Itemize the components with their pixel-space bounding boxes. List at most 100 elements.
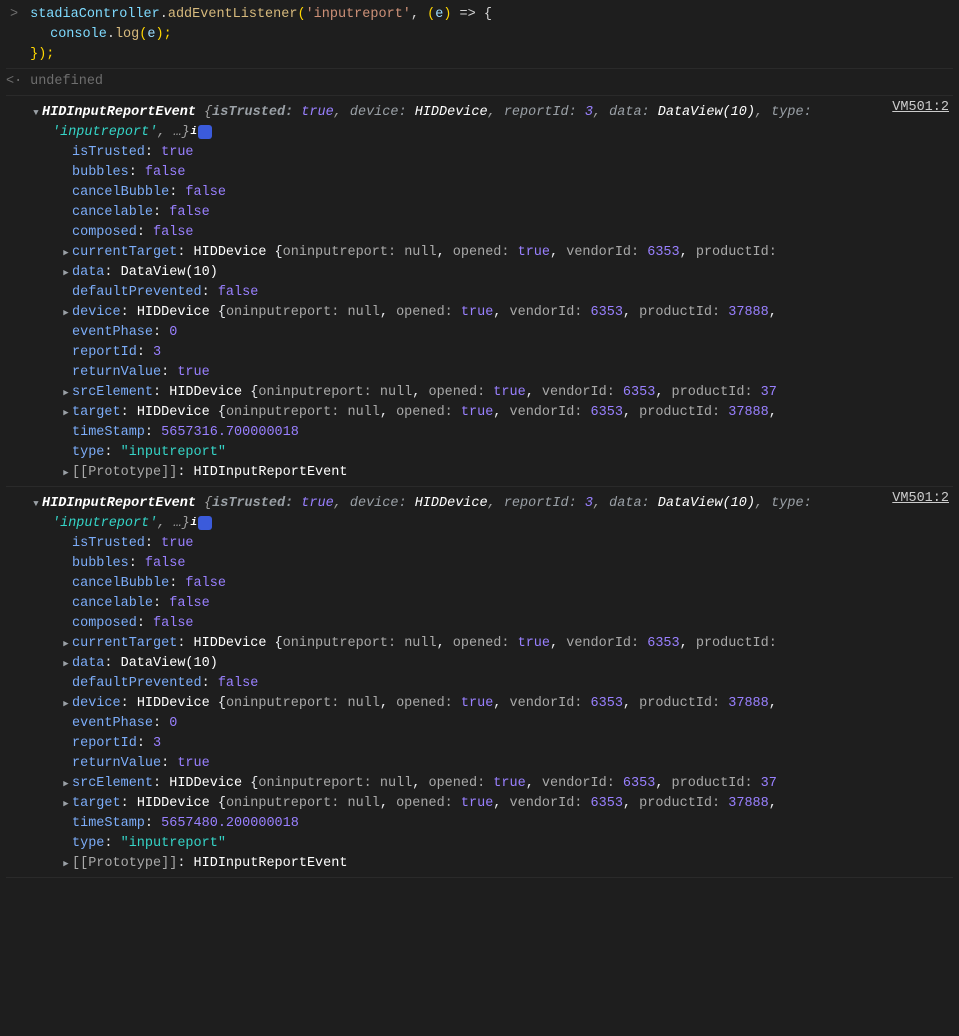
summary-key: reportId: (504, 496, 585, 511)
colon: : (153, 205, 169, 220)
property-key: eventPhase (72, 325, 153, 340)
info-icon[interactable]: i (198, 125, 212, 139)
expand-toggle-icon[interactable]: ▶ (60, 794, 72, 814)
expand-toggle-icon[interactable]: ▶ (60, 854, 72, 874)
object-property[interactable]: ▶[[Prototype]]: HIDInputReportEvent (60, 463, 953, 483)
property-key: type (72, 445, 104, 460)
object-property: type: "inputreport" (60, 834, 953, 854)
property-value: false (169, 596, 210, 611)
token-paren: ( (297, 7, 305, 22)
expand-toggle-icon[interactable]: ▶ (60, 263, 72, 283)
object-summary[interactable]: HIDInputReportEvent {isTrusted: true, de… (6, 98, 892, 143)
object-property[interactable]: ▶srcElement: HIDDevice {oninputreport: n… (60, 383, 953, 403)
object-property[interactable]: ▶[[Prototype]]: HIDInputReportEvent (60, 854, 953, 874)
object-summary[interactable]: HIDInputReportEvent {isTrusted: true, de… (6, 489, 892, 534)
object-property[interactable]: ▶target: HIDDevice {oninputreport: null,… (60, 794, 953, 814)
summary-key: type: (771, 496, 812, 511)
inline-token: opened: (428, 776, 493, 791)
inline-token: vendorId: (510, 405, 591, 420)
expand-toggle-icon[interactable]: ▶ (60, 694, 72, 714)
colon: : (145, 536, 161, 551)
expand-toggle-icon[interactable]: ▶ (60, 654, 72, 674)
inline-token: productId: (672, 776, 761, 791)
property-key: composed (72, 616, 137, 631)
inline-token: , (623, 696, 639, 711)
expand-toggle-icon[interactable]: ▶ (60, 243, 72, 263)
inline-token: { (218, 305, 226, 320)
inline-token: opened: (453, 636, 518, 651)
inline-token: oninputreport: (258, 776, 380, 791)
inline-token: vendorId: (542, 776, 623, 791)
property-key: bubbles (72, 165, 129, 180)
expand-toggle-icon[interactable]: ▶ (60, 774, 72, 794)
expand-toggle-icon[interactable]: ▶ (60, 303, 72, 323)
object-property: returnValue: true (60, 754, 953, 774)
property-value: false (153, 616, 194, 631)
token-method: log (115, 27, 139, 42)
property-key: defaultPrevented (72, 285, 202, 300)
inline-token: , (380, 405, 396, 420)
inline-token: oninputreport: (283, 636, 405, 651)
property-key: bubbles (72, 556, 129, 571)
inline-token: { (218, 405, 226, 420)
code-line[interactable]: stadiaController.addEventListener('input… (30, 5, 492, 25)
inline-token: true (518, 636, 550, 651)
summary-key: device: (350, 105, 415, 120)
inline-token: true (461, 796, 493, 811)
summary-key: reportId: (504, 105, 585, 120)
inline-token: null (404, 636, 436, 651)
source-link[interactable]: VM501:2 (892, 98, 949, 118)
property-key: timeStamp (72, 816, 145, 831)
code-line[interactable]: console.log(e); (50, 25, 172, 45)
property-key: device (72, 305, 121, 320)
expand-toggle-icon[interactable]: ▶ (60, 403, 72, 423)
property-value: HIDInputReportEvent (194, 465, 348, 480)
comma: , (755, 496, 771, 511)
object-property[interactable]: ▶device: HIDDevice {oninputreport: null,… (60, 303, 953, 323)
brace: { (204, 496, 212, 511)
inline-token: , (380, 796, 396, 811)
object-class: HIDInputReportEvent (42, 105, 204, 120)
inline-token: productId: (639, 696, 728, 711)
property-value: false (145, 556, 186, 571)
source-link[interactable]: VM501:2 (892, 489, 949, 509)
inline-token: , (550, 636, 566, 651)
property-key: [[Prototype]] (72, 856, 177, 871)
object-properties: isTrusted: truebubbles: falsecancelBubbl… (6, 534, 953, 874)
object-property[interactable]: ▶currentTarget: HIDDevice {oninputreport… (60, 634, 953, 654)
colon: : (145, 145, 161, 160)
colon: : (202, 285, 218, 300)
inline-token: , (769, 305, 777, 320)
expand-toggle-icon[interactable]: ▶ (60, 383, 72, 403)
object-property[interactable]: ▶device: HIDDevice {oninputreport: null,… (60, 694, 953, 714)
object-property[interactable]: ▶data: DataView(10) (60, 654, 953, 674)
console-input-row: > stadiaController.addEventListener('inp… (6, 2, 953, 69)
object-property[interactable]: ▶target: HIDDevice {oninputreport: null,… (60, 403, 953, 423)
colon: : (137, 345, 153, 360)
object-property: cancelable: false (60, 594, 953, 614)
colon: : (137, 736, 153, 751)
expand-toggle-icon[interactable]: ▶ (60, 463, 72, 483)
code-line[interactable]: }); (30, 45, 54, 65)
object-property[interactable]: ▶currentTarget: HIDDevice {oninputreport… (60, 243, 953, 263)
property-value: true (177, 365, 209, 380)
expand-toggle-icon[interactable] (30, 98, 42, 123)
property-key: cancelBubble (72, 185, 169, 200)
info-icon[interactable]: i (198, 516, 212, 530)
object-property[interactable]: ▶srcElement: HIDDevice {oninputreport: n… (60, 774, 953, 794)
inline-token: { (218, 796, 226, 811)
token-dot: . (107, 27, 115, 42)
expand-toggle-icon[interactable] (30, 489, 42, 514)
object-property[interactable]: ▶data: DataView(10) (60, 263, 953, 283)
inline-token: productId: (672, 385, 761, 400)
inline-token: , (526, 776, 542, 791)
inline-token: HIDDevice (137, 305, 218, 320)
object-property: composed: false (60, 614, 953, 634)
inline-token: 6353 (591, 305, 623, 320)
expand-toggle-icon[interactable]: ▶ (60, 634, 72, 654)
inline-token: HIDDevice (169, 385, 250, 400)
property-value: "inputreport" (121, 445, 226, 460)
inline-token: , (769, 796, 777, 811)
inline-token: true (461, 405, 493, 420)
property-value: 3 (153, 736, 161, 751)
